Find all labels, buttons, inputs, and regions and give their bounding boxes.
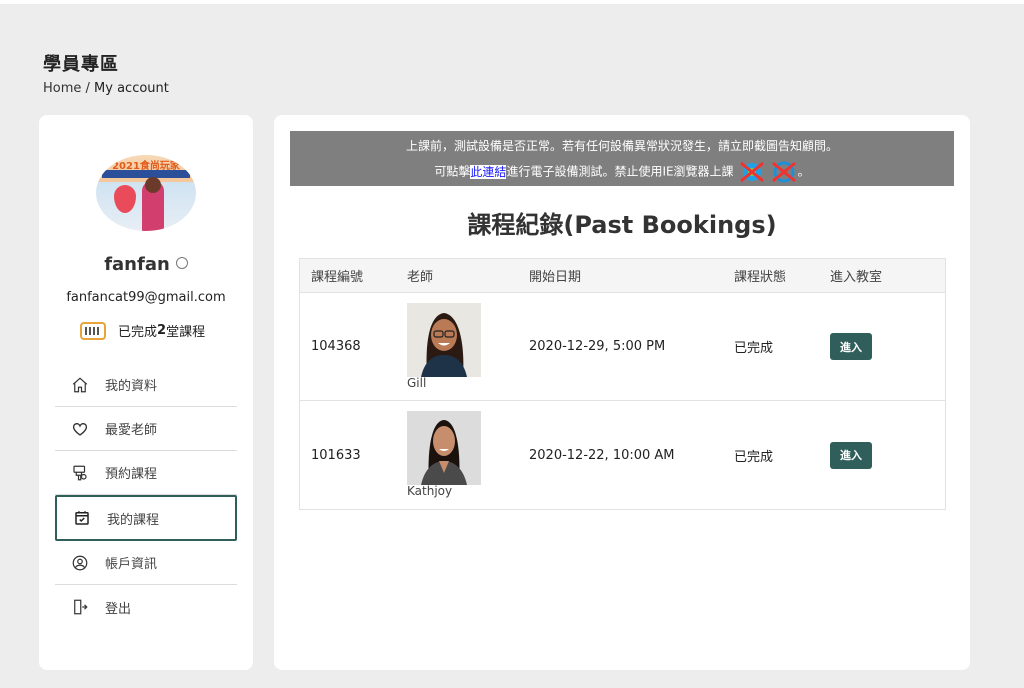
page-title: 學員專區 (43, 54, 119, 75)
calendar-check-icon (75, 511, 89, 525)
no-edge-icon (770, 161, 798, 183)
calendar-icon (80, 321, 106, 340)
completed-prefix: 已完成 (118, 325, 158, 340)
menu-item-favorite-teachers[interactable]: 最愛老師 (55, 407, 237, 451)
menu-item-book-course[interactable]: 預約課程 (55, 451, 237, 495)
menu-item-profile[interactable]: 我的資料 (55, 363, 237, 407)
main-panel: 上課前，測試設備是否正常。若有任何設備異常狀況發生，請立即截圖告知顧問。 可點擊… (274, 115, 970, 670)
completed-suffix: 堂課程 (166, 325, 206, 340)
past-bookings-title: 課程紀錄(Past Bookings) (467, 211, 777, 239)
avatar-head-shape (145, 177, 161, 193)
top-strip (0, 0, 1024, 4)
menu-item-label: 帳戶資訊 (105, 557, 158, 572)
breadcrumb-current: My account (94, 81, 169, 96)
username-text: fanfan (104, 254, 170, 275)
menu-item-my-courses[interactable]: 我的課程 (55, 495, 237, 541)
menu-item-label: 最愛老師 (105, 423, 158, 438)
table-row: 101633 Kathjoy 2020-12-22, 10:00 AM 已完成 … (300, 401, 945, 509)
column-header-date: 開始日期 (529, 270, 582, 285)
bookings-table: 課程編號 老師 開始日期 課程狀態 進入教室 104368 Gill 2020-… (299, 258, 946, 510)
avatar-pin-shape (114, 185, 136, 213)
course-status: 已完成 (734, 449, 774, 465)
menu-item-label: 我的資料 (105, 379, 158, 394)
start-date: 2020-12-22, 10:00 AM (529, 447, 675, 463)
heart-icon (72, 422, 88, 436)
breadcrumb-home[interactable]: Home (43, 81, 81, 96)
logout-icon (74, 599, 88, 615)
avatar: 2021食尚玩家 (96, 155, 196, 231)
completed-courses: 已完成 2 堂課程 (80, 321, 205, 340)
teacher-photo (407, 411, 481, 485)
notice-suffix: 。 (797, 164, 810, 179)
menu-item-label: 登出 (105, 601, 132, 617)
table-row: 104368 Gill 2020-12-29, 5:00 PM 已完成 進入 (300, 293, 945, 401)
breadcrumb: Home / My account (43, 81, 169, 96)
menu-item-label: 預約課程 (105, 467, 158, 482)
course-status: 已完成 (734, 341, 774, 356)
teacher-name[interactable]: Kathjoy (407, 484, 452, 498)
enter-classroom-button[interactable]: 進入 (830, 441, 872, 469)
device-test-link[interactable]: 此連結 (470, 164, 507, 179)
username: fanfan (39, 254, 253, 275)
menu-item-label: 我的課程 (107, 512, 160, 528)
column-header-status: 課程狀態 (734, 270, 787, 285)
medal-icon (175, 257, 188, 269)
booking-icon (73, 465, 87, 480)
user-email: fanfancat99@gmail.com (66, 290, 226, 305)
column-header-teacher: 老師 (407, 270, 434, 285)
start-date: 2020-12-29, 5:00 PM (529, 339, 666, 354)
teacher-name[interactable]: Gill (407, 376, 426, 390)
menu-item-logout[interactable]: 登出 (55, 585, 237, 629)
avatar-banner-text: 2021食尚玩家 (112, 161, 180, 171)
avatar-banner-stripe (102, 170, 190, 178)
home-icon (72, 376, 88, 392)
teacher-photo (407, 303, 481, 377)
course-id: 104368 (311, 339, 361, 354)
notice-prefix: 可點擊 (434, 164, 471, 179)
column-header-enter: 進入教室 (830, 270, 883, 285)
account-menu: 我的資料 最愛老師 預約課程 我的課程 帳戶資訊 登出 (55, 363, 237, 629)
breadcrumb-separator: / (81, 81, 95, 96)
menu-item-account-info[interactable]: 帳戶資訊 (55, 541, 237, 585)
device-test-notice: 上課前，測試設備是否正常。若有任何設備異常狀況發生，請立即截圖告知顧問。 可點擊… (290, 131, 954, 186)
no-ie-icon (738, 161, 766, 183)
completed-count: 2 (157, 323, 167, 338)
notice-middle: 進行電子設備測試。禁止使用IE瀏覽器上課 (506, 164, 734, 179)
user-circle-icon (72, 555, 88, 570)
course-id: 101633 (311, 447, 361, 463)
notice-line-2: 可點擊此連結進行電子設備測試。禁止使用IE瀏覽器上課 。 (290, 161, 954, 183)
notice-line-1: 上課前，測試設備是否正常。若有任何設備異常狀況發生，請立即截圖告知顧問。 (405, 139, 838, 153)
column-header-id: 課程編號 (311, 270, 364, 285)
account-sidebar: 2021食尚玩家 fanfan fanfancat99@gmail.com 已完… (39, 115, 253, 670)
enter-classroom-button[interactable]: 進入 (830, 333, 872, 360)
table-header: 課程編號 老師 開始日期 課程狀態 進入教室 (300, 259, 945, 293)
